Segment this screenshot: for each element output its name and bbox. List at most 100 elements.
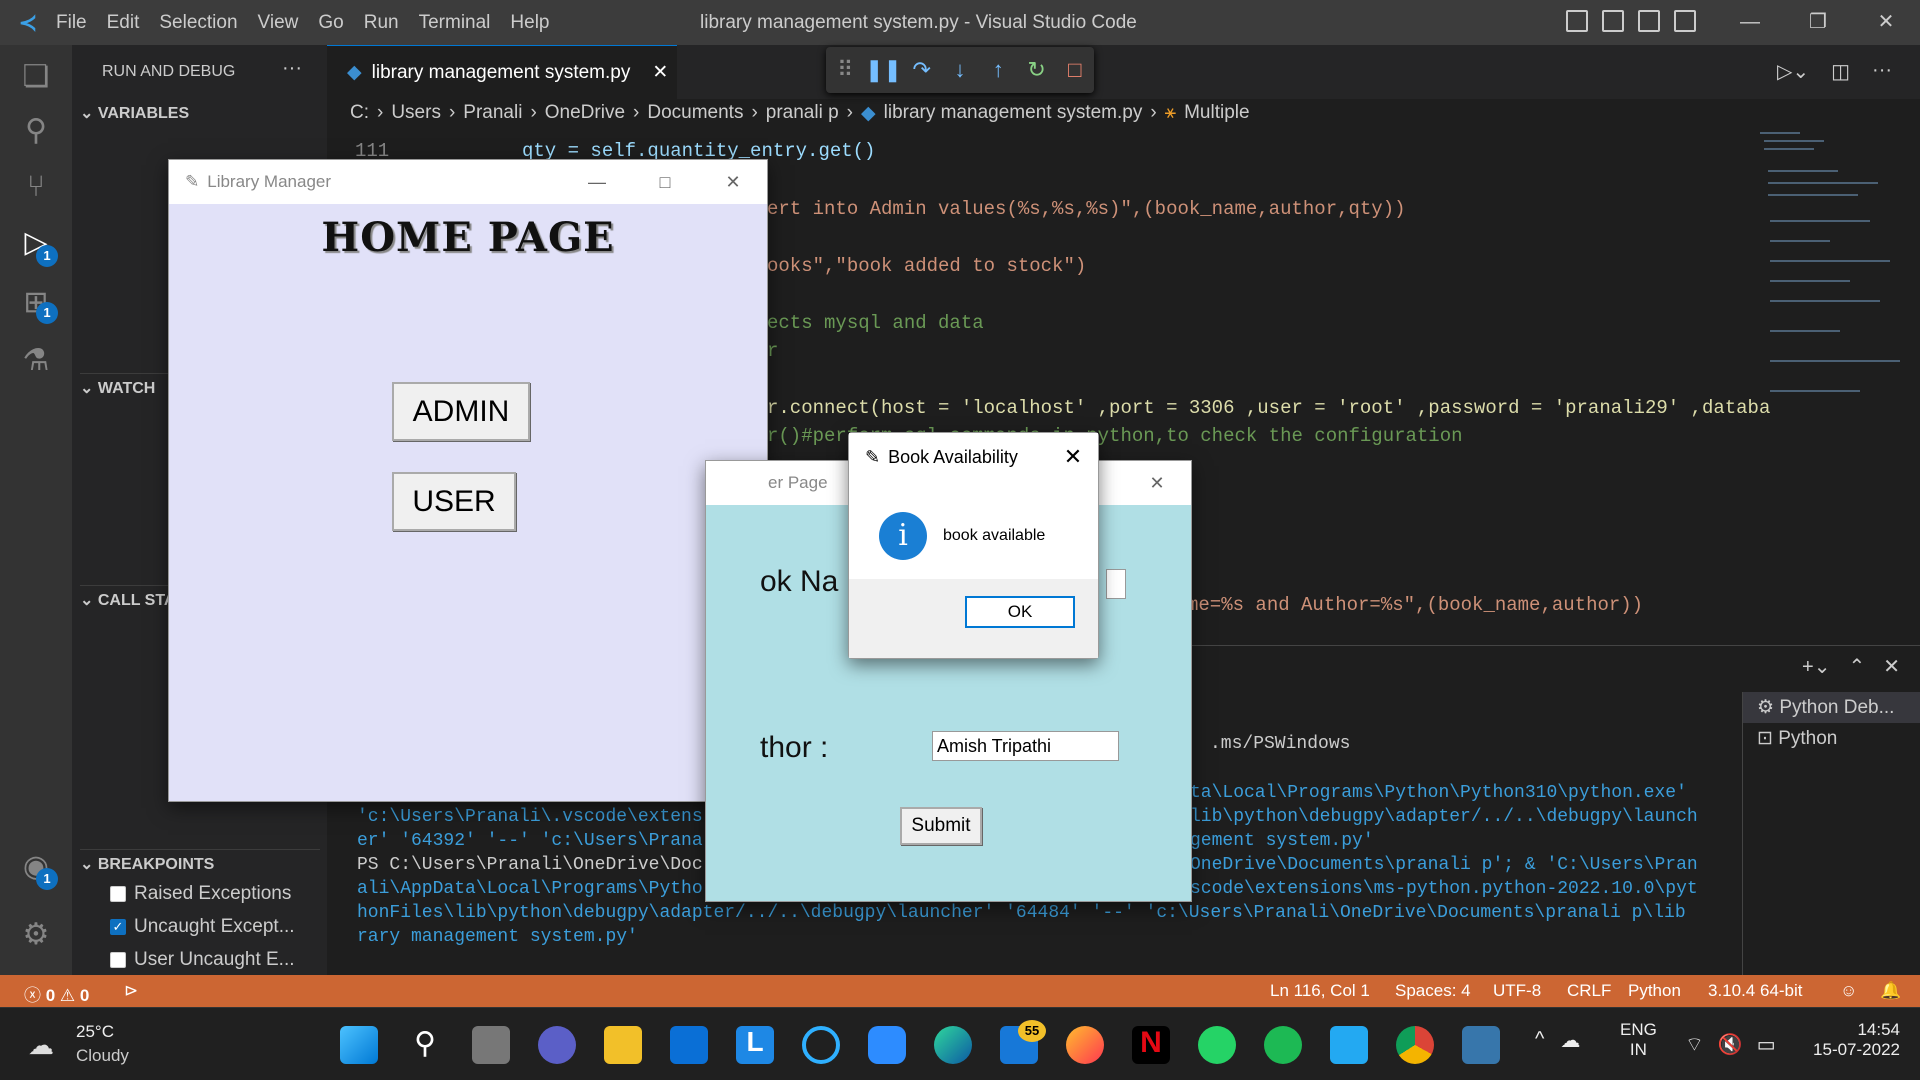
minimap[interactable] <box>1760 130 1900 420</box>
menu-view[interactable]: View <box>258 12 299 34</box>
pause-icon[interactable]: ❚❚ <box>864 57 902 83</box>
admin-button[interactable]: ADMIN <box>392 382 530 441</box>
close-icon[interactable]: ✕ <box>1048 433 1098 481</box>
crumb[interactable]: C: <box>350 102 369 125</box>
cortana-icon[interactable] <box>802 1026 840 1064</box>
breakpoint-uncaught[interactable]: ✓ Uncaught Except... <box>110 916 295 938</box>
settings-gear-icon[interactable]: ⚙ <box>14 913 58 957</box>
problems-status[interactable]: ⓧ 0 ⚠ 0 <box>24 981 89 1006</box>
book-name-input[interactable] <box>1106 569 1126 599</box>
menu-terminal[interactable]: Terminal <box>419 12 491 34</box>
wifi-icon[interactable]: ⌔ <box>1685 1032 1704 1057</box>
minimize-icon[interactable]: — <box>1716 0 1784 45</box>
checkbox-checked[interactable]: ✓ <box>110 919 126 935</box>
checkbox[interactable] <box>110 886 126 902</box>
chrome-icon[interactable] <box>1396 1026 1434 1064</box>
clock[interactable]: 14:54 15-07-2022 <box>1790 1020 1900 1060</box>
vscode-taskbar-icon[interactable] <box>1330 1026 1368 1064</box>
checkbox[interactable] <box>110 952 126 968</box>
stop-icon[interactable]: □ <box>1056 57 1094 83</box>
source-control-icon[interactable]: ⑂ <box>14 165 58 209</box>
show-hidden-icon[interactable]: ^ <box>1535 1028 1544 1053</box>
search-icon[interactable]: ⚲ <box>14 109 58 153</box>
battery-icon[interactable]: ▭ <box>1757 1032 1776 1057</box>
mail-icon[interactable] <box>670 1026 708 1064</box>
file-explorer-icon[interactable] <box>604 1026 642 1064</box>
menu-edit[interactable]: Edit <box>107 12 140 34</box>
minimize-icon[interactable]: — <box>563 160 631 204</box>
cursor-position[interactable]: Ln 116, Col 1 <box>1270 981 1370 1001</box>
tab-library-management[interactable]: ◆ library management system.py ✕ <box>327 45 677 99</box>
more-actions-icon[interactable]: ··· <box>282 57 302 80</box>
maximize-icon[interactable]: □ <box>631 160 699 204</box>
menu-file[interactable]: File <box>56 12 87 34</box>
crumb[interactable]: OneDrive <box>545 102 625 125</box>
toggle-secondary-sidebar-icon[interactable] <box>1638 10 1660 32</box>
testing-icon[interactable]: ⚗ <box>14 339 58 383</box>
lenovo-app-icon[interactable]: L <box>736 1026 774 1064</box>
start-icon[interactable] <box>340 1026 378 1064</box>
crumb[interactable]: Pranali <box>463 102 522 125</box>
crumb[interactable]: Multiple <box>1184 102 1249 125</box>
encoding[interactable]: UTF-8 <box>1493 981 1541 1001</box>
teams-chat-icon[interactable] <box>538 1026 576 1064</box>
volume-muted-icon[interactable]: 🔇 <box>1718 1032 1743 1057</box>
restart-icon[interactable]: ↻ <box>1017 57 1055 83</box>
step-out-icon[interactable]: ↑ <box>979 57 1017 83</box>
whatsapp-icon[interactable] <box>1198 1026 1236 1064</box>
language-indicator[interactable]: ENG IN <box>1620 1020 1657 1060</box>
feedback-icon[interactable]: ☺ <box>1840 981 1857 1001</box>
menu-help[interactable]: Help <box>510 12 549 34</box>
terminal-tab-python[interactable]: ⊡ Python <box>1743 723 1920 754</box>
close-panel-icon[interactable]: ✕ <box>1883 654 1900 679</box>
edge-icon[interactable] <box>934 1026 972 1064</box>
submit-button[interactable]: Submit <box>900 807 982 845</box>
explorer-icon[interactable]: ❏ <box>14 55 58 99</box>
breakpoint-user-uncaught[interactable]: User Uncaught E... <box>110 949 295 971</box>
crumb[interactable]: library management system.py <box>884 102 1143 125</box>
spotify-icon[interactable] <box>1264 1026 1302 1064</box>
search-taskbar-icon[interactable]: ⚲ <box>406 1026 444 1064</box>
ok-button[interactable]: OK <box>965 596 1075 628</box>
close-tab-icon[interactable]: ✕ <box>652 61 668 84</box>
line-ending[interactable]: CRLF <box>1567 981 1611 1001</box>
customize-layout-icon[interactable] <box>1674 10 1696 32</box>
close-icon[interactable]: ✕ <box>1852 0 1920 45</box>
breakpoints-section[interactable]: ⌄ BREAKPOINTS <box>80 849 320 874</box>
menu-selection[interactable]: Selection <box>159 12 237 34</box>
interpreter[interactable]: 3.10.4 64-bit <box>1708 981 1803 1001</box>
menu-go[interactable]: Go <box>318 12 343 34</box>
breakpoint-raised[interactable]: Raised Exceptions <box>110 883 291 905</box>
language-mode[interactable]: Python <box>1628 981 1681 1001</box>
drag-handle-icon[interactable]: ⠿ <box>826 57 864 83</box>
step-into-icon[interactable]: ↓ <box>941 57 979 83</box>
menu-run[interactable]: Run <box>364 12 399 34</box>
more-icon[interactable]: ··· <box>1872 59 1892 84</box>
step-over-icon[interactable]: ↷ <box>903 57 941 83</box>
crumb[interactable]: Documents <box>647 102 743 125</box>
terminal-tab-python-debug[interactable]: ⚙ Python Deb... <box>1743 692 1920 723</box>
weather-temp[interactable]: 25°C <box>76 1022 114 1042</box>
firefox-icon[interactable] <box>1066 1026 1104 1064</box>
variables-section[interactable]: ⌄ VARIABLES <box>80 103 189 123</box>
task-view-icon[interactable] <box>472 1026 510 1064</box>
run-icon[interactable]: ▷⌄ <box>1777 59 1809 84</box>
notifications-icon[interactable]: 🔔 <box>1880 981 1901 1001</box>
restore-icon[interactable]: ❐ <box>1784 0 1852 45</box>
toggle-panel-icon[interactable] <box>1602 10 1624 32</box>
new-terminal-icon[interactable]: +⌄ <box>1802 654 1830 679</box>
netflix-icon[interactable]: N <box>1132 1026 1170 1064</box>
close-icon[interactable]: ✕ <box>699 160 767 204</box>
close-icon[interactable]: ✕ <box>1123 461 1191 505</box>
onedrive-icon[interactable]: ☁ <box>1560 1028 1580 1053</box>
indentation[interactable]: Spaces: 4 <box>1395 981 1471 1001</box>
split-editor-icon[interactable]: ◫ <box>1831 59 1850 84</box>
author-input[interactable]: Amish Tripathi <box>932 731 1119 761</box>
python-taskbar-icon[interactable] <box>1462 1026 1500 1064</box>
zoom-icon[interactable] <box>868 1026 906 1064</box>
toggle-sidebar-icon[interactable] <box>1566 10 1588 32</box>
crumb[interactable]: pranali p <box>766 102 839 125</box>
maximize-panel-icon[interactable]: ⌃ <box>1848 654 1865 679</box>
crumb[interactable]: Users <box>391 102 441 125</box>
weather-icon[interactable]: ☁ <box>28 1030 54 1061</box>
